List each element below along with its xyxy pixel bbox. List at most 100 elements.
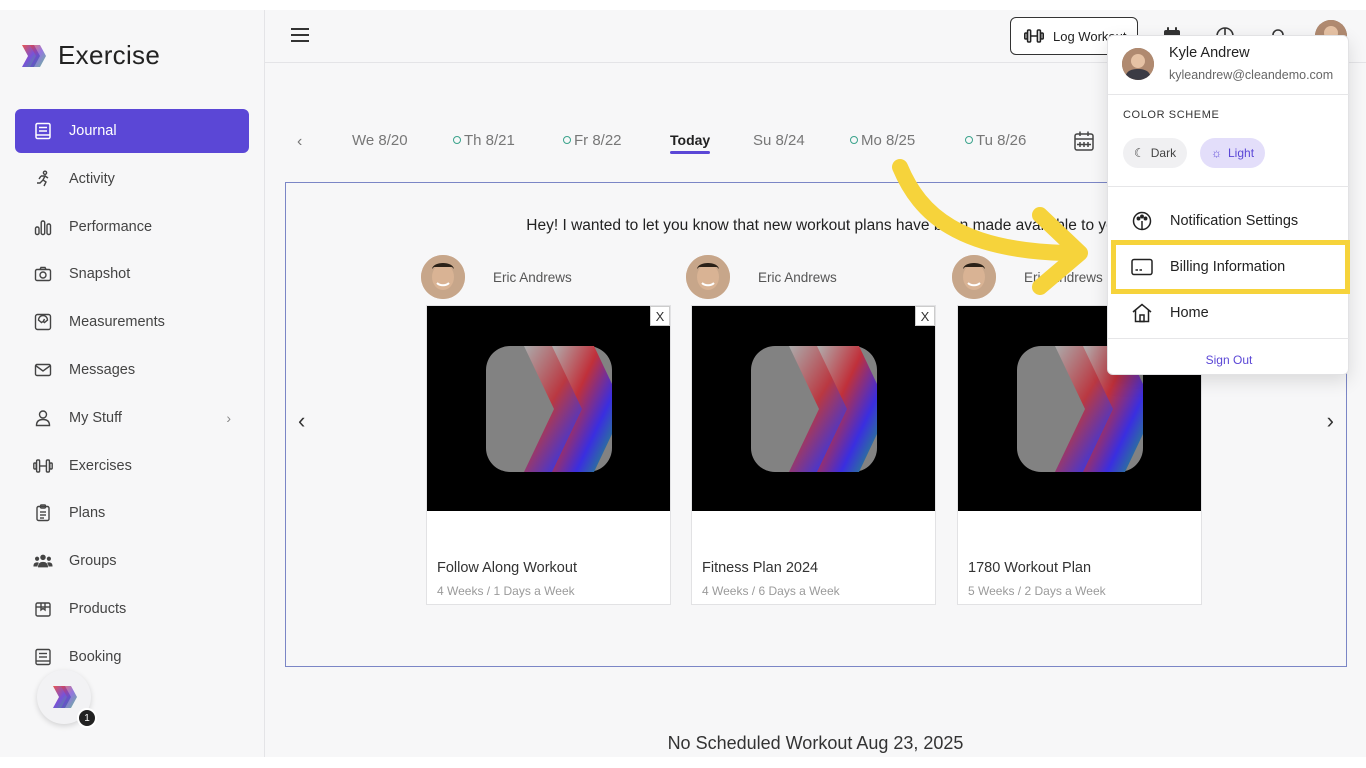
sidebar-item-label: Journal — [69, 123, 117, 139]
plan-card[interactable]: Eric Andrews X Fitness Plan 2024 4 Weeks… — [686, 253, 936, 605]
date-tab-today[interactable]: Today — [670, 132, 711, 154]
date-tab[interactable]: Fr 8/22 — [563, 132, 622, 149]
app-name: Exercise — [58, 40, 161, 70]
carousel-next-icon[interactable]: › — [1327, 408, 1334, 434]
sidebar-item-label: Booking — [69, 648, 122, 665]
sidebar-item-messages[interactable]: Messages — [15, 348, 249, 392]
sidebar-item-label: Plans — [69, 505, 106, 522]
divider — [1108, 338, 1350, 339]
color-scheme-label: COLOR SCHEME — [1123, 109, 1220, 121]
carousel-prev-icon[interactable]: ‹ — [298, 408, 305, 434]
workout-dot-icon — [850, 136, 858, 144]
sidebar-item-plans[interactable]: Plans — [15, 491, 249, 535]
sidebar-item-activity[interactable]: Activity — [15, 157, 249, 201]
card-close-button[interactable]: X — [650, 306, 670, 326]
user-info: Kyle Andrew kyleandrew@cleandemo.com — [1108, 36, 1350, 95]
sidebar: Exercise Journal Activity Performance Sn… — [0, 10, 265, 757]
card-title: Follow Along Workout — [437, 560, 577, 576]
workout-dot-icon — [563, 136, 571, 144]
sidebar-item-performance[interactable]: Performance — [15, 205, 249, 249]
card-title: 1780 Workout Plan — [968, 560, 1092, 576]
scale-icon — [33, 312, 53, 332]
author-avatar — [421, 255, 465, 299]
sidebar-item-label: Performance — [69, 218, 153, 235]
author-avatar — [952, 255, 996, 299]
sidebar-item-measurements[interactable]: Measurements — [15, 300, 249, 344]
chat-launcher-button[interactable]: 1 — [37, 670, 97, 728]
journal-icon — [33, 121, 53, 141]
workout-dot-icon — [965, 136, 973, 144]
chevron-right-icon: › — [226, 409, 231, 426]
card-body: X Fitness Plan 2024 4 Weeks / 6 Days a W… — [691, 305, 936, 605]
sidebar-item-label: Measurements — [69, 314, 165, 331]
plan-card[interactable]: Eric Andrews X Follow Along Workout 4 We… — [421, 253, 671, 605]
brand[interactable]: Exercise — [18, 40, 160, 71]
date-tab[interactable]: Mo 8/25 — [850, 132, 915, 149]
exercise-logo-icon — [22, 44, 46, 67]
plan-thumbnail: X — [692, 306, 935, 511]
calendar-icon[interactable] — [1073, 130, 1095, 152]
home-icon — [1131, 302, 1153, 324]
card-close-button[interactable]: X — [915, 306, 935, 326]
sun-icon: ☼ — [1211, 146, 1222, 160]
sidebar-item-groups[interactable]: Groups — [15, 539, 249, 583]
divider — [1108, 186, 1350, 187]
sidebar-item-snapshot[interactable]: Snapshot — [15, 252, 249, 296]
date-prev-icon[interactable]: ‹ — [297, 133, 302, 151]
sign-out-link[interactable]: Sign Out — [1108, 353, 1350, 367]
card-body: X Follow Along Workout 4 Weeks / 1 Days … — [426, 305, 671, 605]
dark-scheme-button[interactable]: ☾ Dark — [1123, 138, 1188, 168]
author-name: Eric Andrews — [1024, 269, 1103, 285]
author-name: Eric Andrews — [758, 269, 837, 285]
plan-thumbnail: X — [427, 306, 670, 511]
palette-icon — [1131, 210, 1153, 232]
camera-icon — [33, 264, 53, 284]
dumbbell-icon — [33, 456, 53, 476]
sidebar-item-exercises[interactable]: Exercises — [15, 444, 249, 488]
light-scheme-button[interactable]: ☼ Light — [1200, 138, 1266, 168]
sidebar-item-label: My Stuff — [69, 409, 122, 426]
date-tab[interactable]: Su 8/24 — [753, 132, 805, 149]
bar-chart-icon — [33, 217, 53, 237]
date-tab[interactable]: Th 8/21 — [453, 132, 515, 149]
card-subtitle: 4 Weeks / 1 Days a Week — [437, 584, 575, 598]
sidebar-item-label: Products — [69, 600, 127, 617]
sidebar-item-label: Groups — [69, 553, 117, 570]
dumbbell-icon — [1024, 29, 1044, 43]
envelope-icon — [33, 360, 53, 380]
sidebar-item-label: Activity — [69, 170, 115, 187]
running-icon — [33, 169, 53, 189]
hamburger-menu-icon[interactable] — [290, 26, 310, 44]
plan-logo-image — [750, 345, 877, 472]
card-author: Eric Andrews — [421, 253, 671, 301]
user-icon — [33, 408, 53, 428]
credit-card-icon — [1131, 256, 1153, 278]
notification-settings-item[interactable]: Notification Settings — [1108, 199, 1350, 243]
date-tab[interactable]: Tu 8/26 — [965, 132, 1026, 149]
sidebar-item-label: Snapshot — [69, 266, 131, 283]
sidebar-item-label: Exercises — [69, 457, 132, 474]
notification-badge: 1 — [77, 708, 97, 728]
card-subtitle: 5 Weeks / 2 Days a Week — [968, 584, 1106, 598]
card-subtitle: 4 Weeks / 6 Days a Week — [702, 584, 840, 598]
workout-dot-icon — [453, 136, 461, 144]
clipboard-icon — [33, 503, 53, 523]
sidebar-item-journal[interactable]: Journal — [15, 109, 249, 153]
date-tab[interactable]: We 8/20 — [352, 132, 408, 149]
date-strip: ‹ We 8/20 Th 8/21 Fr 8/22 Today Su 8/24 … — [285, 128, 1105, 160]
billing-information-item[interactable]: Billing Information — [1111, 240, 1350, 294]
author-name: Eric Andrews — [493, 269, 572, 285]
user-email: kyleandrew@cleandemo.com — [1169, 68, 1334, 82]
home-item[interactable]: Home — [1108, 291, 1350, 335]
box-icon — [33, 599, 53, 619]
sidebar-item-my-stuff[interactable]: My Stuff › — [15, 396, 249, 440]
sidebar-item-label: Messages — [69, 361, 136, 378]
sidebar-item-products[interactable]: Products — [15, 587, 249, 631]
no-workout-message: No Scheduled Workout Aug 23, 2025 — [667, 733, 964, 753]
group-icon — [33, 551, 53, 571]
sidebar-nav: Journal Activity Performance Snapshot Me… — [15, 109, 249, 683]
user-name: Kyle Andrew — [1169, 45, 1250, 61]
exercise-logo-icon — [53, 686, 77, 708]
moon-icon: ☾ — [1134, 146, 1145, 160]
sidebar-item-booking[interactable]: Booking — [15, 635, 249, 679]
